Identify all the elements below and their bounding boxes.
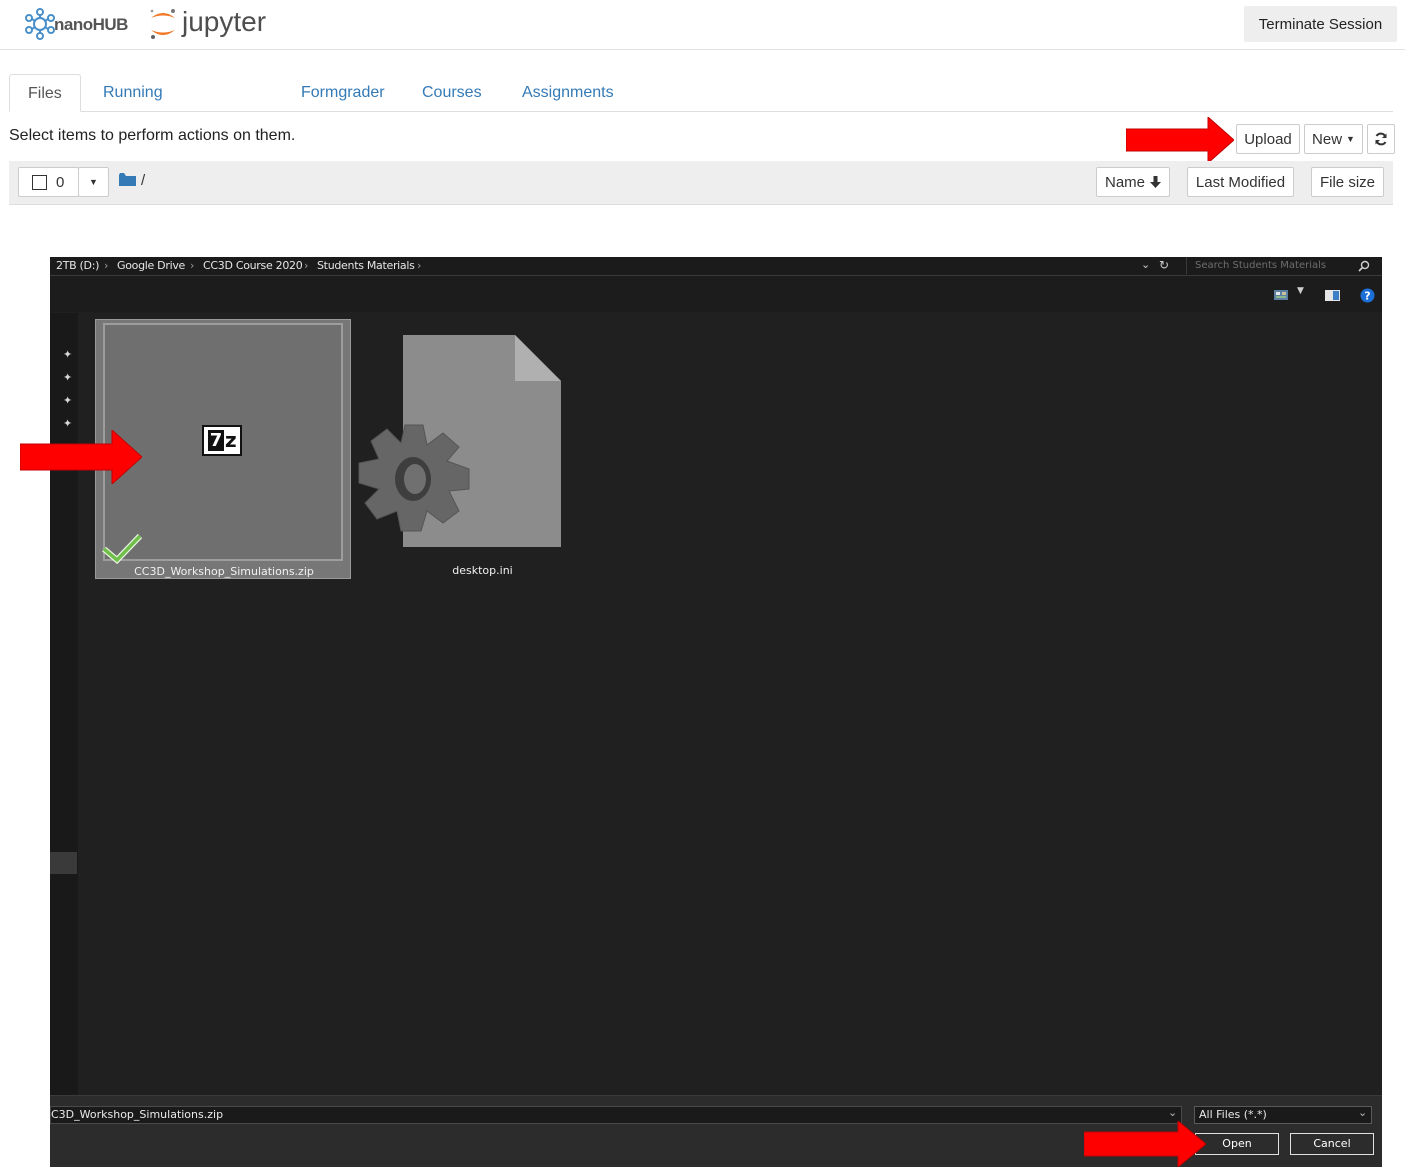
open-button[interactable]: Open	[1195, 1133, 1279, 1155]
chevron-down-icon[interactable]: ⌄	[1168, 1106, 1177, 1119]
7z-glyph-z: z	[225, 428, 237, 452]
tab-assignments[interactable]: Assignments	[522, 74, 614, 110]
view-dropdown-icon[interactable]: ▼	[1297, 286, 1304, 296]
tab-formgrader[interactable]: Formgrader	[301, 74, 385, 110]
tab-bar: Files Running Formgrader Courses Assignm…	[9, 74, 1393, 112]
help-icon[interactable]: ?	[1360, 288, 1375, 303]
sort-file-size-button[interactable]: File size	[1311, 167, 1384, 197]
7z-glyph-seven: 7	[208, 430, 224, 451]
red-arrow-upload-icon	[1126, 117, 1234, 163]
sort-name-label: Name	[1104, 173, 1145, 191]
file-open-dialog: 2TB (D:) › Google Drive › CC3D Course 20…	[50, 257, 1382, 1167]
select-all-checkbox[interactable]: 0	[18, 167, 79, 197]
7z-archive-icon: 7 z	[202, 425, 242, 456]
file-name-zip: CC3D_Workshop_Simulations.zip	[134, 565, 314, 578]
refresh-icon	[1375, 132, 1387, 146]
tab-files[interactable]: Files	[9, 74, 81, 112]
jupyter-logo[interactable]: jupyter	[148, 6, 288, 42]
nanohub-wordmark: nanoHUB	[54, 15, 128, 34]
select-dropdown-button[interactable]: ▼	[78, 167, 109, 197]
caret-down-icon: ▼	[89, 177, 98, 187]
address-bar[interactable]: 2TB (D:) › Google Drive › CC3D Course 20…	[50, 257, 1382, 276]
current-path[interactable]: /	[141, 172, 145, 189]
chevron-right-icon: ›	[190, 259, 195, 272]
caret-down-icon: ▼	[1346, 134, 1355, 144]
sort-last-modified-button[interactable]: Last Modified	[1187, 167, 1294, 197]
refresh-button[interactable]	[1367, 124, 1395, 154]
breadcrumb-students-materials[interactable]: Students Materials	[317, 259, 415, 272]
tab-running[interactable]: Running	[103, 74, 163, 110]
folder-icon[interactable]	[119, 173, 136, 187]
sort-name-button[interactable]: Name	[1096, 167, 1170, 197]
breadcrumb-google-drive[interactable]: Google Drive	[117, 259, 185, 272]
nav-selected-item[interactable]	[50, 852, 77, 874]
search-icon[interactable]	[1358, 260, 1370, 272]
pin-icon: ✦	[63, 417, 73, 430]
pin-icon: ✦	[63, 348, 73, 361]
checkbox-box	[32, 174, 47, 190]
new-dropdown-button[interactable]: New ▼	[1304, 124, 1363, 154]
tab-courses[interactable]: Courses	[422, 74, 482, 110]
preview-pane-icon[interactable]	[1325, 290, 1340, 301]
search-input[interactable]: Search Students Materials	[1186, 257, 1378, 274]
file-name-desktop-ini: desktop.ini	[452, 564, 513, 577]
selection-hint: Select items to perform actions on them.	[9, 127, 296, 144]
upload-button[interactable]: Upload	[1236, 124, 1300, 154]
refresh-icon[interactable]: ↻	[1159, 258, 1169, 272]
jupyter-wordmark: jupyter	[182, 6, 267, 37]
selected-count: 0	[56, 173, 65, 191]
nanohub-molecule-icon	[25, 8, 55, 40]
file-item-desktop-ini[interactable]: desktop.ini	[355, 327, 615, 582]
chevron-right-icon: ›	[104, 259, 109, 272]
filetype-select[interactable]: All Files (*.*)	[1194, 1106, 1372, 1124]
filename-input[interactable]: C3D_Workshop_Simulations.zip	[50, 1106, 1182, 1124]
address-dropdown-icon[interactable]: ⌄	[1141, 258, 1150, 271]
cancel-button[interactable]: Cancel	[1290, 1133, 1374, 1155]
pin-icon: ✦	[63, 394, 73, 407]
view-options-icon[interactable]	[1274, 290, 1288, 300]
breadcrumb-drive[interactable]: 2TB (D:)	[56, 259, 99, 272]
terminate-session-button[interactable]: Terminate Session	[1244, 6, 1397, 42]
red-arrow-open-icon	[1084, 1121, 1206, 1167]
arrow-down-icon	[1150, 176, 1161, 188]
new-label: New	[1312, 130, 1343, 148]
file-list-header: 0 ▼ / Name Last Modified File size	[9, 161, 1393, 205]
chevron-right-icon: ›	[304, 259, 309, 272]
jupyter-orbit-icon	[150, 9, 175, 39]
svg-text:?: ?	[1364, 290, 1370, 303]
nanohub-logo[interactable]: nanoHUB	[24, 7, 134, 41]
red-arrow-file-icon	[20, 430, 142, 484]
chevron-right-icon: ›	[417, 259, 422, 272]
dialog-toolbar: ▼ ?	[50, 276, 1382, 312]
app-header: nanoHUB jupyter Terminate Session	[0, 0, 1405, 50]
chevron-down-icon[interactable]: ⌄	[1358, 1106, 1367, 1119]
pin-icon: ✦	[63, 371, 73, 384]
settings-file-icon	[358, 335, 561, 547]
breadcrumb-course[interactable]: CC3D Course 2020	[203, 259, 303, 272]
checkmark-icon	[102, 533, 143, 564]
